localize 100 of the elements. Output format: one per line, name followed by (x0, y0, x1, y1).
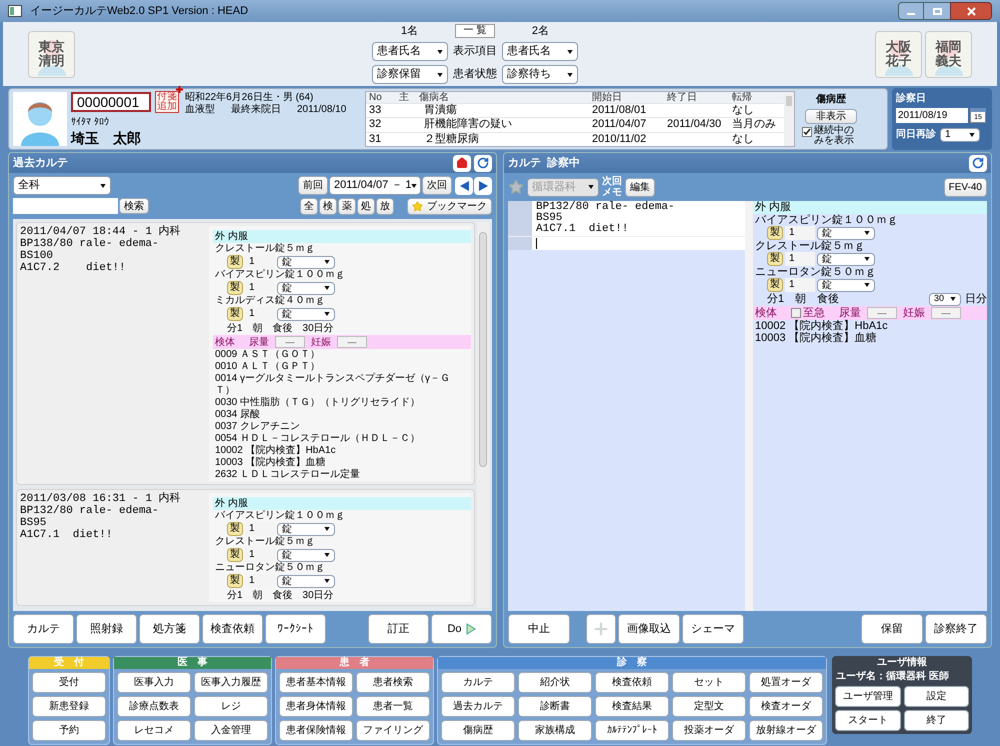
action-button[interactable]: 処方箋 (139, 614, 200, 644)
star-icon[interactable] (508, 179, 524, 195)
menu-button[interactable]: 傷病歴 (441, 720, 515, 741)
quantity-field[interactable]: 1 (785, 278, 815, 292)
menu-button[interactable]: 診療点数表 (117, 696, 191, 717)
menu-button[interactable]: 医事入力履歴 (194, 672, 268, 693)
menu-button[interactable]: カルテ (441, 672, 515, 693)
filter-button[interactable]: 処 (357, 198, 375, 215)
unit-dropdown[interactable]: 錠 (277, 548, 335, 562)
menu-button[interactable]: ｶﾙﾃﾃﾝﾌﾟﾚｰﾄ (595, 720, 669, 741)
doctor-tile[interactable]: 福岡 義夫 (925, 30, 972, 78)
do-button[interactable]: Do (431, 614, 492, 644)
revisit-dropdown[interactable]: 1 (940, 128, 980, 142)
unit-dropdown[interactable]: 錠 (817, 226, 875, 240)
menu-button[interactable]: 設定 (904, 686, 969, 707)
bookmark-button[interactable]: ブックマーク (407, 198, 492, 215)
action-button[interactable]: 検査依頼 (202, 614, 263, 644)
refresh-button[interactable] (969, 154, 987, 172)
unit-dropdown[interactable]: 錠 (277, 522, 335, 536)
urine-field[interactable]: — (867, 307, 897, 319)
checkbox[interactable] (791, 308, 801, 318)
menu-button[interactable]: 家族構成 (518, 720, 592, 741)
menu-button[interactable]: 紹介状 (518, 672, 592, 693)
home-button[interactable] (453, 154, 471, 172)
menu-button[interactable]: 患者一覧 (356, 696, 430, 717)
menu-button[interactable]: 終了 (904, 710, 969, 731)
menu-button[interactable]: 投薬オーダ (672, 720, 746, 741)
unit-dropdown[interactable]: 錠 (277, 308, 335, 320)
patient-id-field[interactable]: 00000001 (71, 92, 151, 112)
menu-button[interactable]: 医事入力 (117, 672, 191, 693)
menu-button[interactable]: 受付 (32, 672, 106, 693)
unit-dropdown[interactable]: 錠 (277, 282, 335, 294)
menu-button[interactable]: 新患登録 (32, 696, 106, 717)
filter-button[interactable]: 全 (300, 198, 318, 215)
action-button[interactable]: 診察終了 (925, 614, 987, 644)
filter-button[interactable]: 放 (376, 198, 394, 215)
quantity-field[interactable]: 1 (785, 226, 815, 240)
menu-button[interactable]: レジ (194, 696, 268, 717)
menu-button[interactable]: 定型文 (672, 696, 746, 717)
action-button[interactable]: 訂正 (368, 614, 429, 644)
menu-button[interactable]: ユーザ管理 (835, 686, 900, 707)
previous-button[interactable]: 前回 (298, 176, 328, 195)
menu-button[interactable]: 入金管理 (194, 720, 268, 741)
menu-button[interactable]: レセコメ (117, 720, 191, 741)
action-button[interactable]: 中止 (508, 614, 570, 644)
next-arrow-button[interactable] (474, 176, 492, 194)
menu-button[interactable]: 検査オーダ (749, 696, 823, 717)
maximize-button[interactable] (924, 2, 950, 20)
date-dropdown[interactable]: 2011/04/07 － 1 (329, 176, 421, 195)
refresh-button[interactable] (474, 154, 492, 172)
unit-dropdown[interactable]: 錠 (817, 252, 875, 266)
doctor-tile[interactable]: 東京 清明 (28, 30, 75, 78)
next-button[interactable]: 次回 (422, 176, 452, 195)
unit-dropdown[interactable]: 錠 (277, 574, 335, 588)
menu-button[interactable]: 患者検索 (356, 672, 430, 693)
previous-arrow-button[interactable] (455, 176, 473, 194)
action-button[interactable]: シェーマ (682, 614, 744, 644)
menu-button[interactable]: 予約 (32, 720, 106, 741)
action-button[interactable]: 照射録 (76, 614, 137, 644)
fev-button[interactable]: FEV-40 (944, 178, 987, 196)
department-dropdown[interactable]: 全科 (13, 176, 111, 195)
action-button[interactable]: 画像取込 (618, 614, 680, 644)
search-field[interactable] (13, 198, 118, 214)
urine-field[interactable]: — (275, 336, 305, 348)
search-button[interactable]: 検索 (119, 198, 149, 214)
filter-button[interactable]: 検 (319, 198, 337, 215)
action-button[interactable]: ﾜｰｸｼｰﾄ (265, 614, 326, 644)
list-button[interactable]: 一 覧 (454, 24, 496, 38)
close-button[interactable] (950, 2, 992, 20)
menu-button[interactable]: ファイリング (356, 720, 430, 741)
dropdown[interactable]: 患者氏名 (372, 42, 448, 61)
filter-button[interactable]: 薬 (338, 198, 356, 215)
edit-button[interactable]: 編集 (625, 178, 655, 196)
menu-button[interactable]: 患者基本情報 (279, 672, 353, 693)
hide-button[interactable]: 非表示 (805, 109, 857, 124)
pregnancy-field[interactable]: — (337, 336, 367, 348)
unit-dropdown[interactable]: 錠 (817, 278, 875, 292)
menu-button[interactable]: スタート (835, 710, 900, 731)
dropdown[interactable]: 診察待ち (502, 65, 578, 84)
days-dropdown[interactable]: 30 (929, 292, 961, 306)
scrollbar[interactable] (784, 92, 794, 146)
menu-button[interactable]: 患者保険情報 (279, 720, 353, 741)
menu-button[interactable]: 検査結果 (595, 696, 669, 717)
menu-button[interactable]: 過去カルテ (441, 696, 515, 717)
date-field[interactable]: 2011/08/19 (896, 108, 968, 123)
checkbox[interactable] (802, 127, 812, 137)
action-button[interactable]: カルテ (13, 614, 74, 644)
menu-button[interactable]: 処置オーダ (749, 672, 823, 693)
dropdown[interactable]: 患者氏名 (502, 42, 578, 61)
menu-button[interactable]: 患者身体情報 (279, 696, 353, 717)
doctor-tile[interactable]: 大阪 花子 (875, 30, 922, 78)
minimize-button[interactable] (898, 2, 924, 20)
pregnancy-field[interactable]: — (931, 307, 961, 319)
menu-button[interactable]: 診断書 (518, 696, 592, 717)
menu-button[interactable]: 検査依頼 (595, 672, 669, 693)
action-button[interactable]: 保留 (861, 614, 923, 644)
scrollbar[interactable] (477, 222, 489, 608)
dropdown[interactable]: 診察保留 (372, 65, 448, 84)
quantity-field[interactable]: 1 (785, 252, 815, 266)
unit-dropdown[interactable]: 錠 (277, 256, 335, 268)
